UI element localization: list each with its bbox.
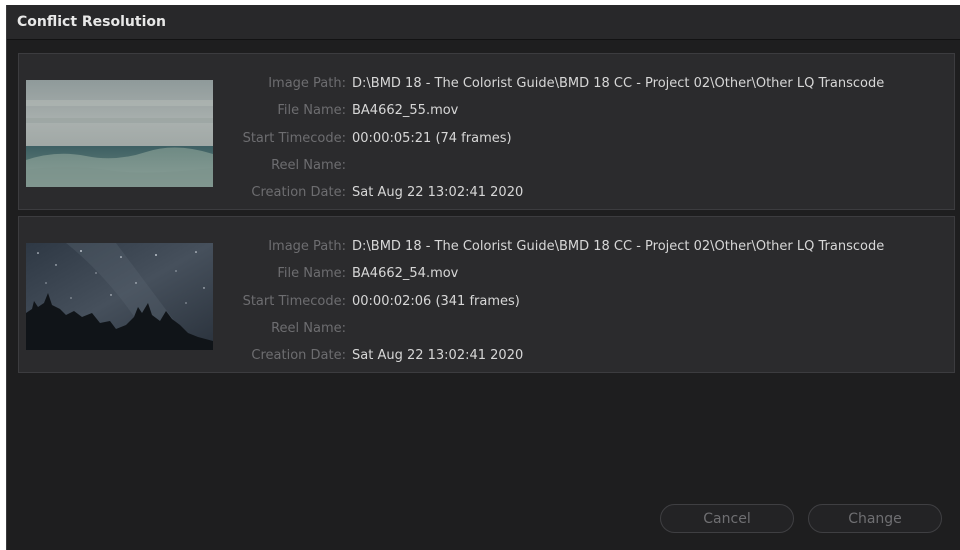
clip-list: Image Path: D:\BMD 18 - The Colorist Gui… [18,53,955,379]
start-timecode-value: 00:00:05:21 (74 frames) [352,130,512,146]
file-name-value: BA4662_55.mov [352,103,459,119]
file-name-label: File Name: [277,266,346,282]
file-name-label: File Name: [277,103,346,119]
cancel-button[interactable]: Cancel [660,504,794,533]
creation-date-value: Sat Aug 22 13:02:41 2020 [352,185,524,201]
creation-date-value: Sat Aug 22 13:02:41 2020 [352,348,524,364]
start-timecode-value: 00:00:02:06 (341 frames) [352,293,520,309]
clip-row[interactable]: Image Path: D:\BMD 18 - The Colorist Gui… [18,216,955,373]
clip-metadata: Image Path: D:\BMD 18 - The Colorist Gui… [218,70,954,206]
clip-row[interactable]: Image Path: D:\BMD 18 - The Colorist Gui… [18,53,955,210]
file-name-value: BA4662_54.mov [352,266,459,282]
creation-date-label: Creation Date: [251,348,346,364]
start-timecode-label: Start Timecode: [242,293,346,309]
dialog-title: Conflict Resolution [7,5,960,40]
clip-thumbnail-night-sky [26,243,213,350]
conflict-resolution-dialog: Conflict Resolution Image Path: D:\BMD 1… [6,5,960,550]
image-path-value: D:\BMD 18 - The Colorist Guide\BMD 18 CC… [352,239,885,255]
reel-name-label: Reel Name: [271,321,346,337]
change-button[interactable]: Change [808,504,942,533]
reel-name-label: Reel Name: [271,158,346,174]
start-timecode-label: Start Timecode: [242,130,346,146]
clip-thumbnail-seascape [26,80,213,187]
clip-metadata: Image Path: D:\BMD 18 - The Colorist Gui… [218,233,954,369]
image-path-value: D:\BMD 18 - The Colorist Guide\BMD 18 CC… [352,76,885,92]
image-path-label: Image Path: [268,239,346,255]
image-path-label: Image Path: [268,76,346,92]
creation-date-label: Creation Date: [251,185,346,201]
